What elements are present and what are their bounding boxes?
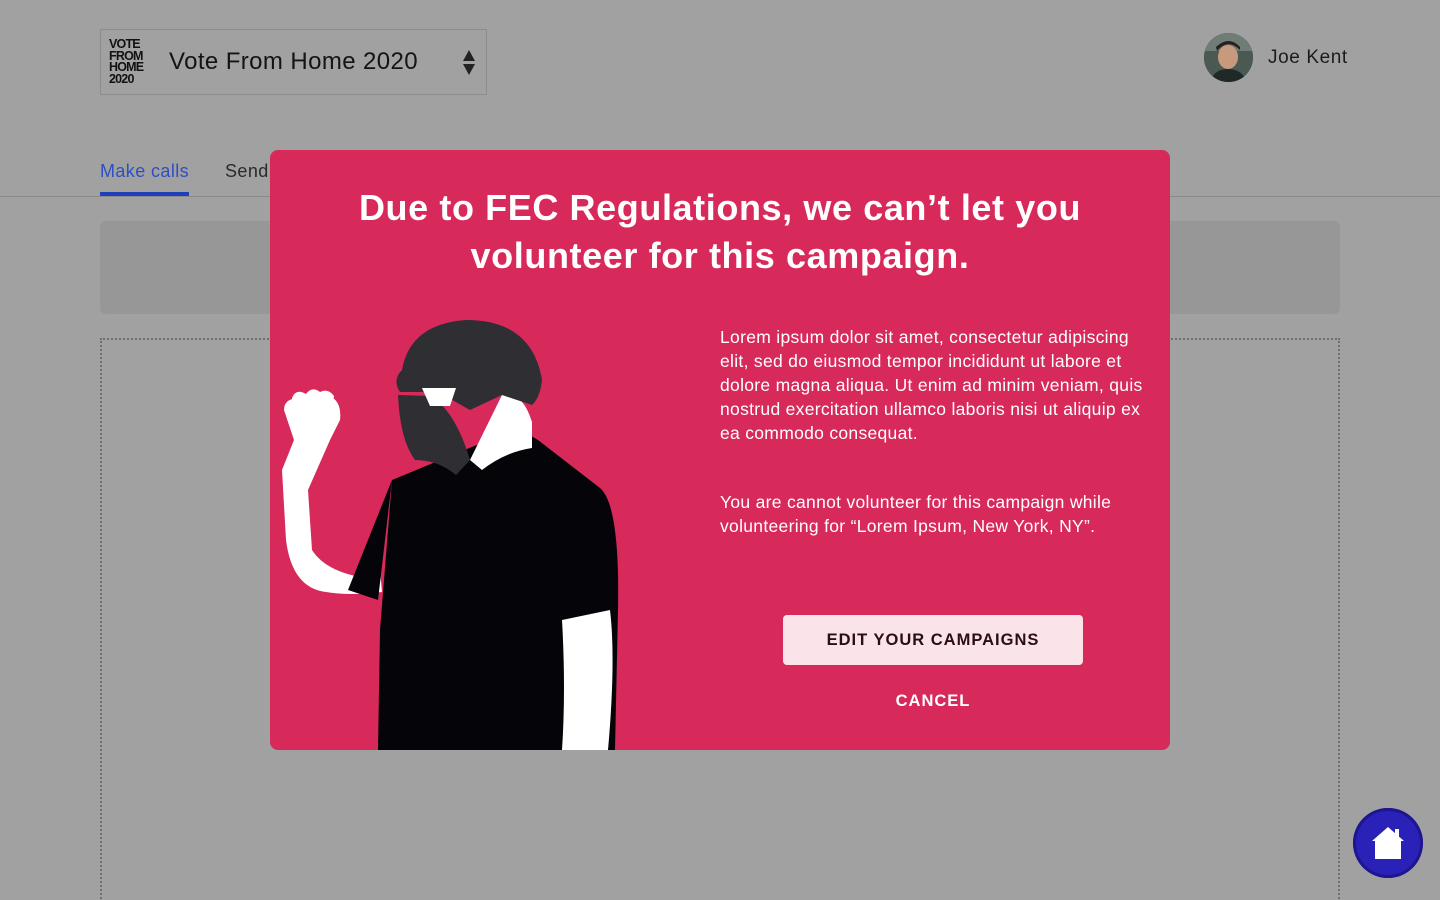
logo-line: 2020 <box>109 71 134 86</box>
avatar <box>1204 33 1253 82</box>
tab-make-calls[interactable]: Make calls <box>100 158 190 197</box>
user-name: Joe Kent <box>1268 46 1348 68</box>
edit-campaigns-button[interactable]: EDIT YOUR CAMPAIGNS <box>783 615 1083 665</box>
home-icon <box>1372 827 1404 859</box>
modal-paragraph: Lorem ipsum dolor sit amet, consectetur … <box>720 327 1143 443</box>
modal-body: Lorem ipsum dolor sit amet, consectetur … <box>720 325 1150 538</box>
campaign-logo: VOTE FROM HOME 2020 <box>109 38 153 86</box>
up-down-arrows-icon[interactable] <box>462 50 476 78</box>
volunteer-fist-illustration <box>282 320 619 750</box>
campaign-name: Vote From Home 2020 <box>169 48 419 75</box>
user-menu[interactable]: Joe Kent <box>1204 33 1348 82</box>
modal-paragraph-conflict: You are cannot volunteer for this campai… <box>720 492 1112 536</box>
tab-send[interactable]: Send <box>225 158 269 197</box>
fec-restriction-modal: Due to FEC Regulations, we can’t let you… <box>270 150 1170 750</box>
modal-title: Due to FEC Regulations, we can’t let you… <box>358 187 1082 276</box>
campaign-switcher[interactable]: VOTE FROM HOME 2020 Vote From Home 2020 <box>100 29 487 95</box>
home-button[interactable] <box>1353 808 1423 878</box>
cancel-button[interactable]: CANCEL <box>833 686 1033 716</box>
